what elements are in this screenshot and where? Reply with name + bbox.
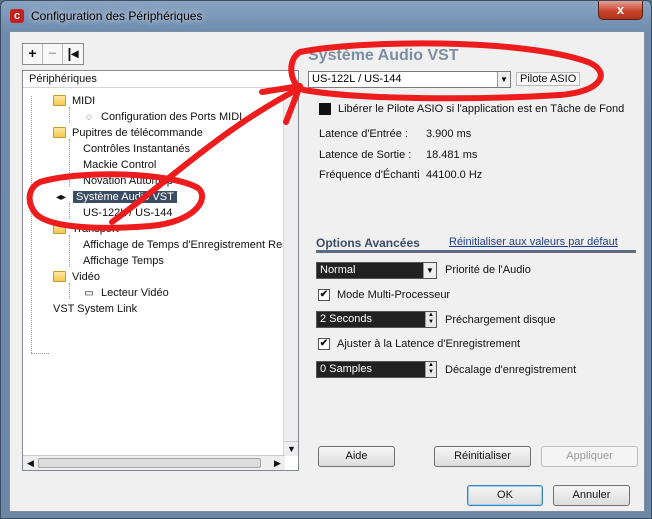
tree-item-us122l[interactable]: US-122L / US-144 (83, 205, 172, 221)
spin-arrows-icon[interactable]: ▲ ▼ (425, 312, 436, 327)
tree-item-time-display[interactable]: Affichage Temps (83, 253, 164, 269)
folder-icon (53, 223, 66, 234)
tree-item-video[interactable]: Vidéo (53, 269, 100, 285)
tree-item-novation-automap[interactable]: Novation Automap (83, 173, 173, 189)
video-player-icon: ▭ (84, 288, 94, 299)
tree-item-quick-controls[interactable]: Contrôles Instantanés (83, 141, 190, 157)
window-title: Configuration des Périphériques (31, 9, 203, 23)
reset-device-button[interactable]: |◂ (63, 44, 83, 64)
folder-icon (53, 271, 66, 282)
folder-icon (53, 127, 66, 138)
asio-driver-select[interactable]: US-122L / US-144 ▼ (308, 71, 511, 88)
spin-arrows-icon[interactable]: ▲ ▼ (425, 362, 436, 377)
tree-horizontal-scrollbar[interactable]: ◀ ▶ (23, 455, 285, 470)
scroll-left-icon[interactable]: ◀ (23, 456, 38, 470)
output-latency-value: 18.481 ms (426, 149, 478, 161)
reset-button[interactable]: Réinitialiser (434, 446, 531, 467)
remove-device-button[interactable]: − (43, 44, 63, 64)
close-button[interactable]: x (598, 1, 643, 20)
disk-preload-stepper[interactable]: 2 Seconds ▲ ▼ (316, 311, 437, 328)
title-bar[interactable]: c Configuration des Périphériques x (1, 1, 651, 31)
device-toolbar: + − |◂ (22, 43, 84, 65)
asio-driver-button[interactable]: Pilote ASIO (516, 72, 581, 86)
disk-preload-label: Préchargement disque (445, 314, 556, 326)
tree-item-vst-system-link[interactable]: VST System Link (53, 301, 137, 317)
tree-item-remote-devices[interactable]: Pupitres de télécommande (53, 125, 203, 141)
output-latency-label: Latence de Sortie : (319, 149, 412, 161)
input-latency-label: Latence d'Entrée : (319, 128, 408, 140)
release-driver-checkbox[interactable] (319, 103, 331, 115)
help-button[interactable]: Aide (318, 446, 395, 467)
reset-defaults-link[interactable]: Réinitialiser aux valeurs par défaut (449, 236, 618, 248)
chevron-down-icon: ▼ (497, 72, 510, 87)
tree-item-record-time-display[interactable]: Affichage de Temps d'Enregistrement Rest (83, 237, 291, 253)
device-setup-window: c Configuration des Périphériques x + − … (0, 0, 652, 519)
audio-priority-label: Priorité de l'Audio (445, 264, 531, 276)
sample-rate-label: Fréquence d'Échanti (319, 169, 420, 181)
release-driver-label: Libérer le Pilote ASIO si l'application … (338, 103, 625, 115)
tab-advanced-options[interactable]: Options Avancées (316, 236, 420, 250)
dialog-body: + − |◂ Périphériques MIDI ◌ Configuration… (9, 31, 645, 512)
tree-header[interactable]: Périphériques (23, 71, 298, 88)
advanced-options-header: Options Avancées Réinitialiser aux valeu… (316, 236, 636, 253)
tree-item-transport[interactable]: Transport (53, 221, 119, 237)
scroll-right-icon[interactable]: ▶ (270, 456, 285, 470)
adjust-latency-label: Ajuster à la Latence d'Enregistrement (337, 338, 521, 350)
tree-item-midi-ports[interactable]: ◌ Configuration des Ports MIDI (81, 109, 242, 125)
audio-system-icon: ◂▸ (55, 192, 67, 203)
multiprocessor-label: Mode Multi-Processeur (337, 289, 451, 301)
cubase-logo-icon: c (10, 9, 24, 23)
settings-panel: Système Audio VST US-122L / US-144 ▼ Pil… (308, 40, 638, 470)
tree-item-video-player[interactable]: ▭ Lecteur Vidéo (81, 285, 168, 301)
multiprocessor-checkbox[interactable]: ✔ (318, 289, 330, 301)
tree-item-mackie-control[interactable]: Mackie Control (83, 157, 156, 173)
tree-vertical-scrollbar[interactable]: ▼ (283, 88, 298, 456)
input-latency-value: 3.900 ms (426, 128, 472, 140)
scroll-down-icon[interactable]: ▼ (284, 441, 298, 456)
chevron-down-icon: ▼ (423, 263, 436, 278)
add-device-button[interactable]: + (23, 44, 43, 64)
tree-item-midi[interactable]: MIDI (53, 93, 95, 109)
record-shift-stepper[interactable]: 0 Samples ▲ ▼ (316, 361, 437, 378)
ok-button[interactable]: OK (467, 485, 543, 506)
adjust-latency-checkbox[interactable]: ✔ (318, 338, 330, 350)
device-tree: Périphériques MIDI ◌ Configuration des Po… (22, 70, 299, 471)
tree-item-vst-audio-system[interactable]: ◂▸ Système Audio VST (53, 189, 177, 205)
panel-title: Système Audio VST (308, 47, 459, 64)
record-shift-label: Décalage d'enregistrement (445, 364, 577, 376)
midi-port-icon: ◌ (86, 112, 92, 123)
folder-icon (53, 95, 66, 106)
scrollbar-thumb[interactable] (38, 458, 261, 468)
sample-rate-value: 44100.0 Hz (426, 169, 483, 181)
apply-button[interactable]: Appliquer (541, 446, 638, 467)
cancel-button[interactable]: Annuler (553, 485, 630, 506)
audio-priority-select[interactable]: Normal ▼ (316, 262, 437, 279)
